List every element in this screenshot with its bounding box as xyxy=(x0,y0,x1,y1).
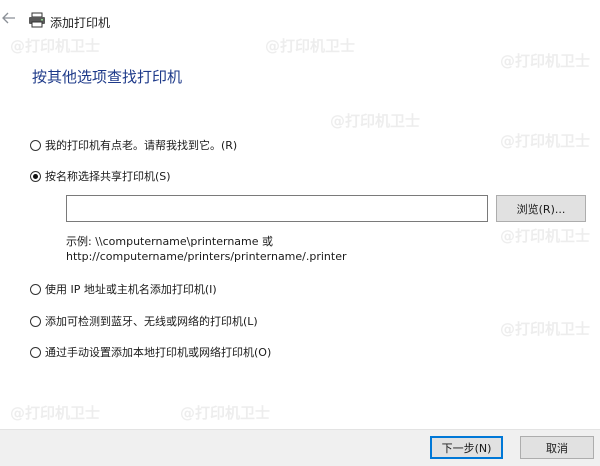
title-bar: 添加打印机 xyxy=(0,0,600,44)
watermark: @打印机卫士 xyxy=(500,52,591,70)
next-button[interactable]: 下一步(N) xyxy=(430,436,503,459)
radio-button[interactable] xyxy=(30,139,41,151)
watermark: @打印机卫士 xyxy=(10,404,101,422)
share-name-input[interactable] xyxy=(66,195,488,222)
example-text-line2: http://computername/printers/printername… xyxy=(66,250,347,263)
option-old-printer[interactable]: 我的打印机有点老。请帮我找到它。(R) xyxy=(30,136,237,154)
watermark: @打印机卫士 xyxy=(180,404,271,422)
radio-button[interactable] xyxy=(30,346,41,358)
watermark: @打印机卫士 xyxy=(330,112,421,130)
window-title: 添加打印机 xyxy=(50,16,111,30)
option-label: 使用 IP 地址或主机名添加打印机(I) xyxy=(45,283,217,296)
option-share-name[interactable]: 按名称选择共享打印机(S) xyxy=(30,167,171,185)
option-label: 添加可检测到蓝牙、无线或网络的打印机(L) xyxy=(45,315,258,328)
arrow-left-icon[interactable] xyxy=(2,11,18,27)
page-heading: 按其他选项查找打印机 xyxy=(32,68,183,86)
radio-button[interactable] xyxy=(30,315,41,327)
watermark: @打印机卫士 xyxy=(500,132,591,150)
option-label: 按名称选择共享打印机(S) xyxy=(45,170,171,183)
cancel-button[interactable]: 取消 xyxy=(520,436,594,459)
radio-button[interactable] xyxy=(30,283,41,295)
watermark: @打印机卫士 xyxy=(500,320,591,338)
example-text-line1: 示例: \\computername\printername 或 xyxy=(66,235,274,248)
option-label: 通过手动设置添加本地打印机或网络打印机(O) xyxy=(45,346,272,359)
option-label: 我的打印机有点老。请帮我找到它。(R) xyxy=(45,139,238,152)
watermark: @打印机卫士 xyxy=(500,227,591,245)
option-manual-setup[interactable]: 通过手动设置添加本地打印机或网络打印机(O) xyxy=(30,343,271,361)
option-bluetooth-wireless[interactable]: 添加可检测到蓝牙、无线或网络的打印机(L) xyxy=(30,312,258,330)
footer-bar xyxy=(0,429,600,466)
option-ip-address[interactable]: 使用 IP 地址或主机名添加打印机(I) xyxy=(30,280,217,298)
browse-button[interactable]: 浏览(R)... xyxy=(496,195,586,222)
radio-button-selected[interactable] xyxy=(30,170,41,182)
printer-icon xyxy=(28,12,46,28)
